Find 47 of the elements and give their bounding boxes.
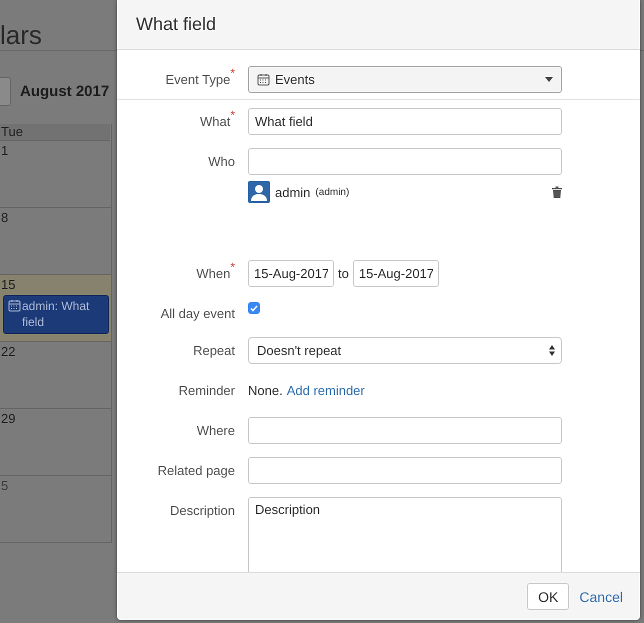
page-title: lars: [0, 19, 42, 50]
calendar-icon: [8, 299, 21, 312]
person-name: admin: [275, 184, 310, 200]
field-label: Related page: [158, 462, 235, 480]
ok-button[interactable]: OK: [527, 583, 570, 610]
trash-icon[interactable]: [552, 186, 562, 198]
reminder-value: None.: [248, 382, 283, 400]
field-label: Who: [208, 153, 235, 171]
day-cell[interactable]: 15 admin: What field: [0, 275, 111, 342]
calendar-icon: [257, 73, 270, 86]
avatar-icon: [248, 181, 270, 203]
checkbox[interactable]: [248, 302, 260, 314]
day-number: 5: [1, 478, 8, 493]
repeat-select[interactable]: Doesn't repeat: [248, 337, 562, 364]
day-cell[interactable]: 29: [0, 409, 111, 476]
field-label: Reminder: [178, 382, 235, 400]
field-label: Where: [196, 422, 235, 440]
nav-button[interactable]: [0, 77, 11, 106]
text-field[interactable]: What field: [248, 108, 562, 135]
event-type-select[interactable]: Events: [248, 66, 562, 93]
day-number: 22: [1, 344, 16, 359]
description-field[interactable]: Description: [248, 497, 562, 572]
add-reminder-link[interactable]: Add reminder: [286, 377, 365, 404]
person-username: (admin): [315, 186, 350, 198]
field-label: All day event: [160, 305, 235, 323]
to-label: to: [338, 266, 349, 281]
day-number: 15: [1, 277, 16, 292]
dialog-title: What field: [136, 14, 216, 35]
field-label: Repeat: [193, 342, 235, 360]
weekday-header: Tue: [1, 124, 23, 139]
field-label: When*: [196, 260, 235, 283]
day-cell[interactable]: 22: [0, 342, 111, 409]
caret-icon: [545, 77, 553, 82]
field-label: Event Type*: [166, 66, 235, 89]
day-number: 29: [1, 411, 16, 426]
calendar-event[interactable]: admin: What field: [3, 295, 109, 334]
up-down-arrows-icon: [549, 345, 555, 356]
text-field[interactable]: [248, 417, 562, 444]
month-title: August 2017: [20, 83, 110, 100]
cancel-link[interactable]: Cancel: [579, 588, 623, 604]
field-label: What*: [200, 108, 235, 131]
day-cell[interactable]: 1: [0, 141, 111, 208]
text-field[interactable]: [248, 457, 562, 484]
day-number: 1: [1, 143, 8, 158]
day-number: 8: [1, 210, 8, 225]
field-label: Description: [170, 502, 235, 520]
people-field[interactable]: [248, 148, 562, 175]
